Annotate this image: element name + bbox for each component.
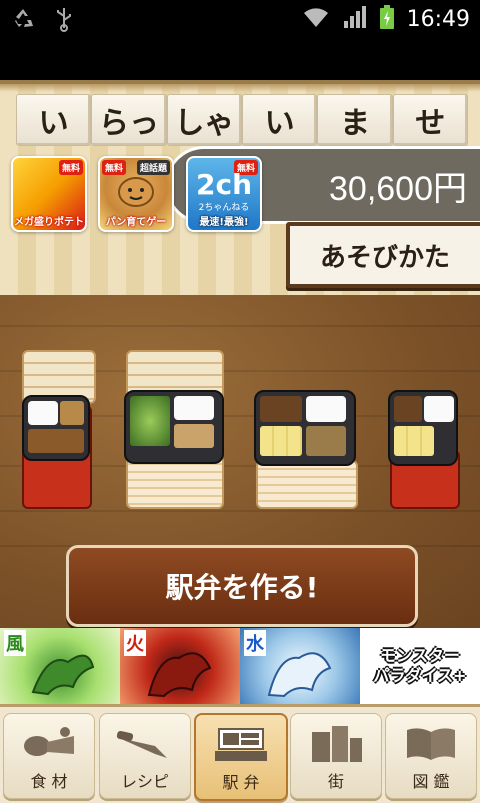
usb-icon [54, 6, 74, 36]
knife-icon [115, 724, 175, 768]
header-area: い らっ しゃ い ま せ 30,600円 無料 メガ盛りポテト 無料 超話題 … [0, 80, 480, 299]
banner-title: モンスター パラダイス+ [374, 646, 467, 686]
signal-icon [343, 5, 367, 33]
app-title: 2ch [195, 168, 252, 201]
app-ad-2ch[interactable]: 無料 2ch 2ちゃんねる 最速!最強! [186, 156, 262, 232]
title-char: い [16, 94, 92, 146]
bento-item[interactable] [254, 390, 358, 509]
app-ad-potato[interactable]: 無料 メガ盛りポテト [11, 156, 87, 232]
clock: 16:49 [406, 6, 470, 32]
title-char: ま [317, 94, 393, 146]
nav-recipes[interactable]: レシピ [99, 713, 191, 799]
dragon-icon [28, 642, 98, 702]
status-bar: 16:49 [0, 0, 480, 38]
nav-label: 街 [327, 772, 344, 791]
meat-icon [19, 724, 79, 768]
nav-label: 食 材 [30, 772, 68, 791]
wifi-icon [301, 5, 331, 33]
top-gap [0, 38, 480, 80]
how-to-play-button[interactable]: あそびかた [286, 222, 480, 288]
app-subtitle: 2ちゃんねる [198, 203, 250, 213]
app-label: メガ盛りポテト [14, 217, 84, 228]
bento-item[interactable] [388, 390, 460, 509]
app-label: パン育てゲー [105, 217, 167, 228]
banner-monster-paradise[interactable]: モンスター パラダイス+ [360, 628, 480, 704]
dragon-icon [264, 640, 334, 702]
welcome-banner: い らっ しゃ い ま せ [16, 94, 468, 146]
title-char: らっ [91, 94, 167, 146]
free-badge: 無料 [102, 160, 127, 175]
app-ad-bread[interactable]: 無料 超話題 パン育てゲー [98, 156, 174, 232]
ad-banner[interactable]: 風 火 水 モンスター パラダイス+ [0, 628, 480, 704]
recycle-icon [10, 6, 36, 36]
banner-title-line1: モンスター [380, 646, 460, 665]
bread-face-icon [118, 176, 154, 212]
nav-label: 図 鑑 [412, 772, 450, 791]
hot-badge: 超話題 [136, 160, 170, 175]
element-tag: 水 [244, 630, 266, 656]
dragon-icon [144, 640, 214, 702]
book-icon [403, 724, 459, 768]
app-label: 最速!最強! [199, 217, 249, 228]
bento-icon [213, 725, 269, 769]
banner-dragon-wind[interactable]: 風 [0, 628, 120, 704]
building-icon [306, 724, 366, 768]
title-char: しゃ [166, 94, 242, 146]
nav-town[interactable]: 街 [290, 713, 382, 799]
nav-label: 駅 弁 [222, 773, 260, 792]
nav-bento[interactable]: 駅 弁 [194, 713, 288, 801]
bento-item[interactable] [124, 345, 224, 509]
banner-title-line2: パラダイス+ [373, 666, 467, 685]
battery-icon [379, 4, 395, 34]
banner-dragon-water[interactable]: 水 [240, 628, 360, 704]
bento-item[interactable] [0, 345, 96, 509]
make-bento-button[interactable]: 駅弁を作る! [66, 545, 418, 627]
banner-dragon-fire[interactable]: 火 [120, 628, 240, 704]
money-value: 30,600円 [329, 170, 467, 208]
nav-ingredients[interactable]: 食 材 [3, 713, 95, 799]
free-badge: 無料 [58, 160, 83, 175]
nav-encyclopedia[interactable]: 図 鑑 [385, 713, 477, 799]
element-tag: 火 [124, 630, 146, 656]
title-char: せ [392, 94, 468, 146]
bottom-nav: 食 材 レシピ 駅 弁 街 図 鑑 [0, 704, 480, 803]
title-char: い [241, 94, 318, 146]
element-tag: 風 [4, 630, 26, 656]
nav-label: レシピ [120, 772, 169, 791]
